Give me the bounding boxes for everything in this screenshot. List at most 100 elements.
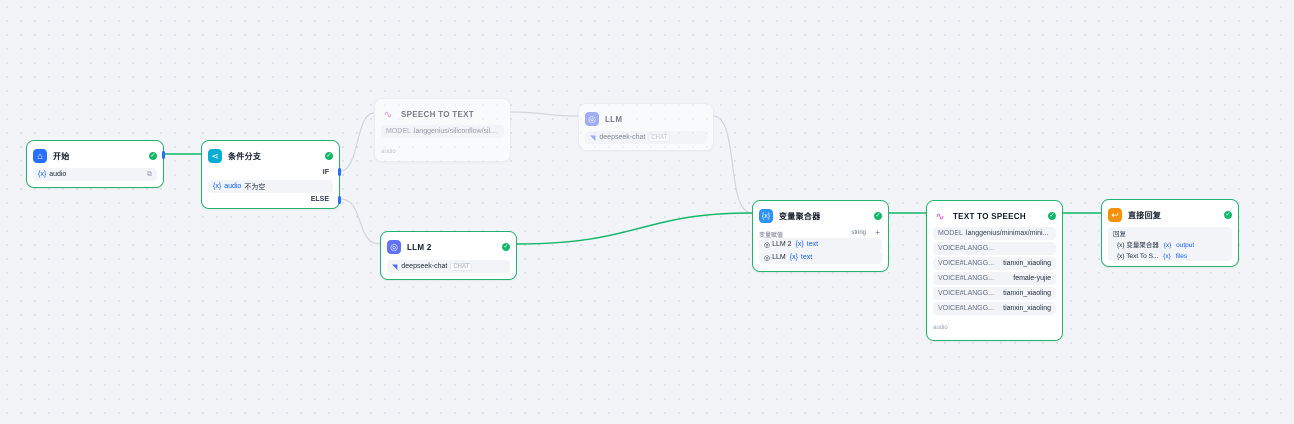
copy-icon[interactable]: ⧉ — [147, 171, 152, 179]
node-title: LLM 2 — [407, 242, 432, 252]
condition-row[interactable]: {x} audio 不为空 — [208, 180, 333, 193]
variable-name: text — [800, 254, 813, 261]
reply-variable: files — [1175, 253, 1188, 260]
source-node: LLM 2 — [772, 241, 792, 248]
direct-reply-node[interactable]: ↩ 直接回复 ✓ 回复 {x} 变量聚合器 {x} output {x} Tex… — [1101, 199, 1239, 267]
reply-content[interactable]: 回复 {x} 变量聚合器 {x} output {x} Text To S...… — [1108, 227, 1232, 261]
voice-label: VOICE#LANGG... — [938, 260, 995, 267]
llm-node[interactable]: ◎ LLM ◥ deepseek-chat CHAT — [578, 103, 714, 151]
model-row[interactable]: ◥ deepseek-chat CHAT — [387, 260, 510, 273]
node-title: LLM — [605, 114, 623, 124]
branch-icon: ⋖ — [208, 149, 222, 163]
voice-value: tianxin_xiaoling — [1003, 260, 1051, 267]
model-mode-tag: CHAT — [648, 133, 671, 142]
edge-stt-llm — [509, 111, 579, 117]
aggregated-variable-row[interactable]: ◎ LLM 2 {x} text — [759, 238, 882, 251]
model-row[interactable]: ◥ deepseek-chat CHAT — [585, 131, 707, 144]
variable-icon: {x} — [213, 183, 222, 190]
edge-llm2-aggregator — [515, 212, 753, 245]
brain-icon: ◎ — [585, 112, 599, 126]
condition-variable: audio — [224, 183, 242, 190]
model-row[interactable]: MODEL langgenius/minimax/mini... — [933, 227, 1056, 240]
start-variable[interactable]: {x} audio ⧉ — [33, 168, 157, 181]
variable-icon: {x} — [759, 209, 773, 223]
voice-label: VOICE#LANGG... — [938, 275, 995, 282]
voice-value: female-yujie — [1013, 275, 1051, 282]
model-name: deepseek-chat — [599, 134, 646, 141]
voice-param-row[interactable]: VOICE#LANGG... tianxin_xiaoling — [933, 287, 1056, 300]
reply-icon: ↩ — [1108, 208, 1122, 222]
check-circle-icon: ✓ — [149, 152, 157, 160]
reply-source: Text To S... — [1126, 253, 1159, 260]
voice-value: tianxin_xiaoling — [1003, 305, 1051, 312]
voice-label: VOICE#LANGG... — [938, 305, 995, 312]
check-circle-icon: ✓ — [874, 212, 882, 220]
reply-variable: output — [1176, 242, 1195, 249]
variable-aggregator-node[interactable]: {x} 变量聚合器 ✓ 变量赋值 string + ◎ LLM 2 {x} te… — [752, 200, 889, 272]
model-name: langgenius/siliconflow/sil... — [413, 128, 497, 135]
brain-icon: ◎ — [387, 240, 401, 254]
voice-param-row[interactable]: VOICE#LANGG... female-yujie — [933, 272, 1056, 285]
model-label: MODEL — [386, 128, 411, 135]
output-type: string — [851, 230, 866, 236]
voice-param-row[interactable]: VOICE#LANGG... tianxin_xiaoling — [933, 302, 1056, 315]
output-label: audio — [381, 149, 396, 155]
output-label: audio — [933, 325, 948, 331]
node-title: 条件分支 — [228, 151, 262, 161]
reply-variable-line: {x} Text To S... {x} files — [1113, 251, 1227, 261]
else-label: ELSE — [310, 196, 329, 203]
reply-source: 变量聚合器 — [1126, 242, 1159, 249]
variable-name: audio — [49, 171, 67, 178]
reply-variable-line: {x} 变量聚合器 {x} output — [1113, 240, 1227, 251]
condition-branch-node[interactable]: ⋖ 条件分支 ✓ IF {x} audio 不为空 ELSE — [201, 140, 341, 209]
aggregated-variable-row[interactable]: ◎ LLM {x} text — [759, 251, 882, 264]
if-label: IF — [322, 169, 329, 176]
deepseek-whale-icon: ◥ — [392, 263, 398, 271]
variable-icon: {x} — [789, 254, 798, 261]
edges-layer — [163, 111, 1101, 245]
variable-icon: {x} — [795, 241, 804, 248]
home-icon: ⌂ — [33, 149, 47, 163]
variable-name: text — [806, 241, 819, 248]
voice-param-row[interactable]: VOICE#LANGG... tianxin_xiaoling — [933, 257, 1056, 270]
else-handle[interactable] — [338, 196, 341, 204]
edge-llm-aggregator — [712, 115, 753, 214]
if-handle[interactable] — [338, 168, 341, 176]
speech-wave-icon: ∿ — [933, 209, 947, 223]
voice-param-row[interactable]: VOICE#LANGG... — [933, 242, 1056, 255]
edge-branch-else-llm2 — [339, 198, 381, 245]
check-circle-icon: ✓ — [502, 243, 510, 251]
model-row[interactable]: MODEL langgenius/siliconflow/sil... — [381, 125, 504, 138]
model-mode-tag: CHAT — [450, 262, 473, 271]
check-circle-icon: ✓ — [1048, 212, 1056, 220]
add-variable-button[interactable]: + — [875, 228, 880, 237]
llm-2-node[interactable]: ◎ LLM 2 ✓ ◥ deepseek-chat CHAT — [380, 231, 517, 280]
node-title: 开始 — [53, 151, 70, 161]
node-title: SPEECH TO TEXT — [401, 109, 474, 119]
node-title: TEXT TO SPEECH — [953, 211, 1026, 221]
brain-icon: ◎ — [764, 254, 771, 262]
reply-label: 回复 — [1113, 231, 1126, 238]
source-node: LLM — [772, 254, 786, 261]
voice-label: VOICE#LANGG... — [938, 245, 995, 252]
voice-label: VOICE#LANGG... — [938, 290, 995, 297]
deepseek-whale-icon: ◥ — [590, 134, 596, 142]
node-title: 变量聚合器 — [779, 211, 821, 221]
speech-wave-icon: ∿ — [381, 107, 395, 121]
output-handle[interactable] — [162, 151, 165, 159]
check-circle-icon: ✓ — [1224, 211, 1232, 219]
brain-icon: ◎ — [764, 241, 771, 249]
variable-icon: {x} — [1117, 242, 1125, 249]
condition-operator: 不为空 — [244, 183, 266, 191]
variable-icon: {x} — [1163, 253, 1171, 260]
edge-branch-if-stt — [339, 112, 375, 172]
speech-to-text-node[interactable]: ∿ SPEECH TO TEXT MODEL langgenius/silico… — [374, 98, 511, 162]
text-to-speech-node[interactable]: ∿ TEXT TO SPEECH ✓ MODEL langgenius/mini… — [926, 200, 1063, 341]
start-node[interactable]: ⌂ 开始 ✓ {x} audio ⧉ — [26, 140, 165, 188]
node-title: 直接回复 — [1128, 210, 1162, 220]
model-name: langgenius/minimax/mini... — [965, 230, 1049, 237]
model-label: MODEL — [938, 230, 963, 237]
voice-value: tianxin_xiaoling — [1003, 290, 1051, 297]
variable-icon: {x} — [38, 171, 47, 178]
model-name: deepseek-chat — [401, 263, 448, 270]
